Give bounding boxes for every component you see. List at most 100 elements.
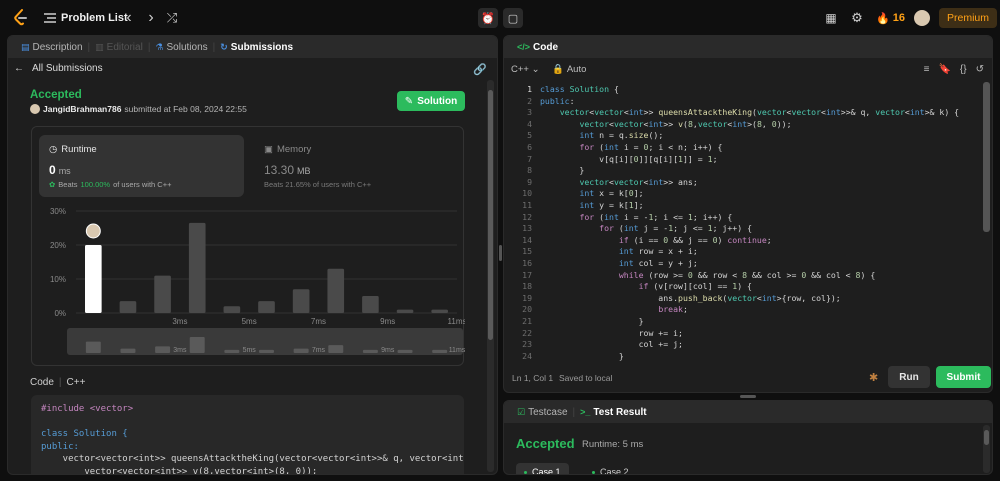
memory-card[interactable]: ▣ Memory 13.30 MB Beats 21.65% of users w… <box>254 135 454 197</box>
overview-bar <box>397 349 413 353</box>
code-line: break; <box>658 304 688 314</box>
submitted-at: submitted at Feb 08, 2024 22:55 <box>124 104 247 114</box>
leetcode-logo-icon[interactable] <box>12 0 30 36</box>
leaf-icon: ✿ <box>49 180 56 189</box>
submission-status: Accepted <box>30 89 82 101</box>
code-line: vector<vector<int>> ans; <box>579 177 698 187</box>
note-icon[interactable]: ▢ <box>503 8 523 28</box>
editor-vertical-scrollbar[interactable] <box>983 82 990 232</box>
description-icon: ▤ <box>21 41 30 52</box>
gear-icon[interactable]: ⚙ <box>850 0 864 36</box>
vertical-resize-handle[interactable] <box>499 245 502 261</box>
submitted-code: #include <vector> class Solution {public… <box>31 395 464 474</box>
case-2-tab[interactable]: Case 2 <box>584 463 637 474</box>
user-avatar[interactable] <box>30 104 40 114</box>
run-button[interactable]: Run <box>888 366 930 388</box>
line-number: 22 <box>522 327 532 338</box>
premium-button[interactable]: Premium <box>939 8 998 28</box>
runtime-beats: ✿ Beats 100.00% of users with C++ <box>49 180 171 189</box>
tab-solutions[interactable]: ⚗ Solutions <box>150 42 212 53</box>
clock-icon: ◷ <box>49 144 58 155</box>
line-number: 17 <box>522 269 532 280</box>
line-number: 1 <box>527 84 532 94</box>
chart-bar <box>223 306 241 313</box>
overview-bar <box>432 349 448 353</box>
problem-list-link[interactable]: Problem List <box>61 0 128 36</box>
auto-mode[interactable]: 🔒 Auto <box>552 64 586 75</box>
snippet-line: public: <box>41 441 79 452</box>
left-scrollbar[interactable] <box>487 80 494 472</box>
back-label: All Submissions <box>32 63 103 74</box>
y-tick-label: 30% <box>50 207 66 216</box>
memory-value: 13.30 MB <box>264 163 311 177</box>
x-tick-label: 5ms <box>242 317 257 326</box>
scrollbar-thumb[interactable] <box>488 90 493 340</box>
overview-bar <box>224 349 240 353</box>
format-icon[interactable]: ≡ <box>924 64 930 75</box>
line-number: 10 <box>522 188 532 199</box>
overview-tick-label: 9ms <box>381 347 395 354</box>
chevron-right-icon[interactable]: › <box>144 0 158 36</box>
tab-submissions[interactable]: ↻ Submissions <box>215 42 298 53</box>
code-line: int row = x + i; <box>618 246 698 256</box>
code-line: for (int j = -1; j <= 1; j++) { <box>599 223 753 233</box>
solution-label: Solution <box>417 95 458 107</box>
snippet-line: vector<vector<int>> queensAttacktheKing(… <box>41 454 464 464</box>
code-line: for (int i = 0; i < n; i++) { <box>579 142 723 152</box>
tab-label: Test Result <box>593 406 647 418</box>
test-scrollbar[interactable] <box>983 425 990 473</box>
tab-label: Submissions <box>230 41 294 53</box>
runtime-distribution-chart: 30% 20% 10% 0% 3ms 5ms 7ms 9ms 11ms 3ms 5ms 7ms 9ms 1… <box>50 207 465 355</box>
code-line: for (int i = -1; i <= 1; i++) { <box>579 212 733 222</box>
horizontal-resize-handle[interactable] <box>740 395 756 398</box>
overview-bar <box>189 337 205 353</box>
editorial-icon: ▥ <box>95 41 104 52</box>
line-number: 15 <box>522 246 532 257</box>
pass-dot <box>524 470 527 474</box>
timer-icon[interactable]: ⏰ <box>478 8 498 28</box>
code-line: } <box>540 165 585 175</box>
code-editor[interactable]: class Solution { public: vector<vector<i… <box>504 82 992 362</box>
tab-test-result[interactable]: >_ Test Result <box>575 407 651 418</box>
layout-icon[interactable]: ▦ <box>824 0 838 36</box>
bookmark-icon[interactable]: 🔖 <box>938 64 950 75</box>
separator: | <box>58 377 62 388</box>
streak-counter[interactable]: 🔥 16 <box>876 0 905 36</box>
user-name[interactable]: JangidBrahman786 <box>43 104 121 114</box>
all-submissions-link[interactable]: ← All Submissions <box>14 63 103 74</box>
pass-dot <box>592 470 595 474</box>
braces-icon[interactable]: {} <box>960 64 967 75</box>
solution-button[interactable]: ✎ Solution <box>397 91 465 111</box>
language-select[interactable]: C++ ⌄ <box>511 64 540 75</box>
avatar[interactable] <box>914 10 930 26</box>
editor-footer: Ln 1, Col 1 Saved to local ✱ Run Submit <box>504 364 992 392</box>
tab-label: Editorial <box>106 41 143 53</box>
list-icon[interactable] <box>44 0 56 36</box>
case-1-tab[interactable]: Case 1 <box>516 463 569 474</box>
reset-icon[interactable]: ↺ <box>976 64 984 75</box>
runtime-card[interactable]: ◷ Runtime 0 ms ✿ Beats 100.00% of users w… <box>39 135 244 197</box>
line-number: 24 <box>522 350 532 361</box>
submit-button[interactable]: Submit <box>936 366 991 388</box>
line-number: 6 <box>527 142 532 152</box>
debug-icon[interactable]: ✱ <box>869 371 878 384</box>
tab-editorial[interactable]: ▥ Editorial <box>90 42 148 53</box>
shuffle-icon[interactable]: ⤮ <box>165 0 179 36</box>
tab-description[interactable]: ▤ Description <box>16 42 88 53</box>
line-number: 14 <box>522 234 532 245</box>
tab-code[interactable]: </> Code <box>512 42 563 53</box>
chevron-left-icon[interactable]: ‹ <box>122 0 136 36</box>
code-line: if (i == 0 && j == 0) continue; <box>618 235 772 245</box>
overview-tick-label: 5ms <box>243 347 257 354</box>
submitter-row: JangidBrahman786 submitted at Feb 08, 20… <box>30 104 247 114</box>
overview-bar <box>120 348 136 353</box>
code-lang: C++ <box>66 377 86 388</box>
runtime-number: 0 <box>49 163 56 177</box>
line-number: 3 <box>527 107 532 118</box>
link-icon[interactable]: 🔗 <box>473 63 487 76</box>
scrollbar-thumb[interactable] <box>984 430 989 445</box>
lock-icon: 🔒 <box>552 63 564 75</box>
chart-bar <box>292 289 310 313</box>
tab-testcase[interactable]: ☑ Testcase <box>512 407 573 418</box>
memory-label: Memory <box>276 144 312 155</box>
